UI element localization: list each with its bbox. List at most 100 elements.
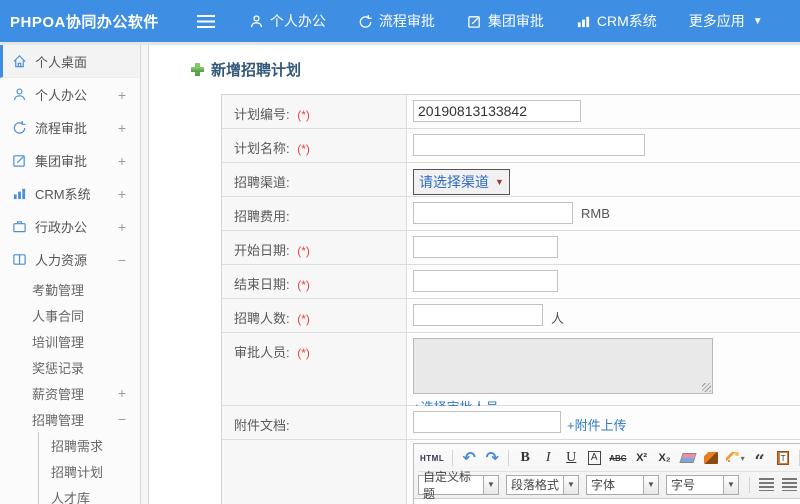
field-label-empty	[222, 440, 407, 504]
sidebar-item-admin-office[interactable]: 行政办公 +	[0, 210, 140, 243]
sidebar-item-crm[interactable]: CRM系统 +	[0, 177, 140, 210]
resize-handle[interactable]	[702, 383, 711, 392]
html-source-button[interactable]: HTML	[418, 448, 446, 468]
sidebar-subitem-training[interactable]: 培训管理	[0, 328, 140, 354]
nav-label: 个人办公	[269, 13, 326, 29]
page-title-text: 新增招聘计划	[211, 62, 302, 79]
sidebar-subitem-recruit-plan[interactable]: 招聘计划	[39, 458, 140, 484]
paragraph-format-combo[interactable]: 段落格式 ▼	[506, 474, 579, 495]
combo-caret-icon[interactable]: ▼	[564, 474, 579, 495]
sidebar-subitem-recruitment[interactable]: 招聘管理 −	[0, 406, 140, 432]
hamburger-menu-icon[interactable]	[196, 14, 215, 28]
required-mark: (*)	[297, 108, 310, 122]
combo-caret-icon[interactable]: ▼	[724, 474, 739, 495]
expand-plus-icon[interactable]: +	[118, 153, 126, 169]
headcount-input[interactable]	[413, 304, 543, 326]
attachment-upload-link[interactable]: +附件上传	[567, 415, 627, 434]
start-date-input[interactable]	[413, 236, 558, 258]
auto-typeset-icon[interactable]: ▾	[724, 448, 747, 468]
font-style-box-button[interactable]: A	[584, 448, 604, 468]
combo-caret-icon[interactable]: ▼	[644, 474, 659, 495]
sidebar-subitem-label: 奖惩记录	[32, 360, 85, 376]
top-navigation: 个人办公 流程审批 集团审批 CRM系统 更多应用 ▼	[249, 11, 763, 31]
channel-select[interactable]: 请选择渠道 ▼	[413, 169, 510, 195]
field-label: 结束日期: (*)	[222, 265, 407, 298]
font-family-combo[interactable]: 字体 ▼	[586, 474, 659, 495]
italic-button[interactable]: I	[538, 448, 558, 468]
sidebar-subitem-label: 考勤管理	[32, 282, 85, 298]
sidebar-item-hr[interactable]: 人力资源 −	[0, 243, 140, 276]
sidebar-item-label: 人力资源	[35, 253, 88, 268]
sidebar-subitem-attendance[interactable]: 考勤管理	[0, 276, 140, 302]
eraser-icon[interactable]	[678, 448, 698, 468]
undo-icon[interactable]: ↶	[459, 448, 479, 468]
home-icon	[13, 54, 26, 67]
sidebar-item-label: 个人办公	[35, 88, 88, 103]
sidebar-item-group-approval[interactable]: 集团审批 +	[0, 144, 140, 177]
top-header: PHPOA协同办公软件 个人办公 流程审批 集团审批 CRM系统 更多应用 ▼	[0, 0, 800, 42]
expand-plus-icon[interactable]: +	[118, 87, 126, 103]
align-center-icon[interactable]	[779, 475, 799, 495]
sidebar-subitem-talent-pool[interactable]: 人才库	[39, 484, 140, 504]
nav-item-process-approval[interactable]: 流程审批	[358, 11, 435, 31]
form-row-end-date: 结束日期: (*)	[222, 265, 800, 299]
subscript-button[interactable]: X₂	[655, 448, 675, 468]
strikethrough-button[interactable]: ABC	[607, 448, 628, 468]
combo-caret-icon[interactable]: ▼	[484, 474, 499, 495]
sidebar-subitem-recruit-demand[interactable]: 招聘需求	[39, 432, 140, 458]
collapse-minus-icon[interactable]: −	[118, 411, 126, 427]
end-date-input[interactable]	[413, 270, 558, 292]
expand-plus-icon[interactable]: +	[118, 120, 126, 136]
sidebar-subitem-salary[interactable]: 薪资管理 +	[0, 380, 140, 406]
nav-item-group-approval[interactable]: 集团审批	[467, 11, 544, 31]
select-caret-icon: ▼	[495, 177, 504, 187]
superscript-button[interactable]: X²	[632, 448, 652, 468]
expand-plus-icon[interactable]: +	[118, 385, 126, 401]
field-label: 招聘渠道:	[222, 163, 407, 196]
sidebar-item-label: 个人桌面	[35, 54, 88, 70]
underline-button[interactable]: U	[561, 448, 581, 468]
main-content: 新增招聘计划 计划编号: (*) 计划名称: (*)	[149, 45, 800, 504]
cost-input[interactable]	[413, 202, 573, 224]
sidebar-scrollbar[interactable]	[140, 45, 149, 504]
bold-button[interactable]: B	[515, 448, 535, 468]
briefcase-icon	[13, 221, 26, 233]
form-row-headcount: 招聘人数: (*) 人	[222, 299, 800, 333]
bar-chart-icon	[577, 16, 589, 27]
sidebar-subitem-hr-contract[interactable]: 人事合同	[0, 302, 140, 328]
approvers-textarea[interactable]	[413, 338, 713, 394]
sidebar-item-personal-office[interactable]: 个人办公 +	[0, 78, 140, 111]
form-row-plan-name: 计划名称: (*)	[222, 129, 800, 163]
nav-item-more-apps[interactable]: 更多应用 ▼	[689, 11, 763, 31]
attachment-input[interactable]	[413, 411, 561, 433]
editor-toolbar: HTML ↶ ↷ B I U A ABC X² X₂ ▾ “ T 自定义标题 ▼…	[414, 444, 800, 501]
plan-name-input[interactable]	[413, 134, 645, 156]
blockquote-button[interactable]: “	[750, 448, 770, 471]
recruitment-plan-form: 计划编号: (*) 计划名称: (*) 招聘渠道:	[221, 94, 800, 504]
required-mark: (*)	[297, 142, 310, 156]
currency-suffix: RMB	[581, 206, 610, 221]
form-row-start-date: 开始日期: (*)	[222, 231, 800, 265]
plan-number-input[interactable]	[413, 100, 581, 122]
expand-plus-icon[interactable]: +	[118, 186, 126, 202]
process-icon	[359, 14, 372, 28]
sidebar-subitem-rewards[interactable]: 奖惩记录	[0, 354, 140, 380]
align-left-icon[interactable]	[756, 475, 776, 495]
paste-icon[interactable]	[773, 448, 793, 468]
field-label: 开始日期: (*)	[222, 231, 407, 264]
edit-icon	[468, 15, 480, 28]
nav-item-crm[interactable]: CRM系统	[576, 11, 657, 31]
collapse-minus-icon[interactable]: −	[118, 252, 126, 268]
font-size-combo[interactable]: 字号 ▼	[666, 474, 739, 495]
sidebar-item-desktop[interactable]: 个人桌面	[0, 45, 140, 78]
nav-item-personal-office[interactable]: 个人办公	[249, 11, 326, 31]
redo-icon[interactable]: ↷	[482, 448, 502, 468]
expand-plus-icon[interactable]: +	[118, 219, 126, 235]
custom-title-combo[interactable]: 自定义标题 ▼	[418, 470, 499, 501]
nav-label: 集团审批	[487, 13, 544, 29]
format-brush-icon[interactable]	[701, 448, 721, 468]
sidebar-item-label: 行政办公	[35, 220, 88, 235]
sidebar-item-process-approval[interactable]: 流程审批 +	[0, 111, 140, 144]
sidebar-subitem-label: 人事合同	[32, 308, 85, 324]
form-row-channel: 招聘渠道: 请选择渠道 ▼	[222, 163, 800, 197]
